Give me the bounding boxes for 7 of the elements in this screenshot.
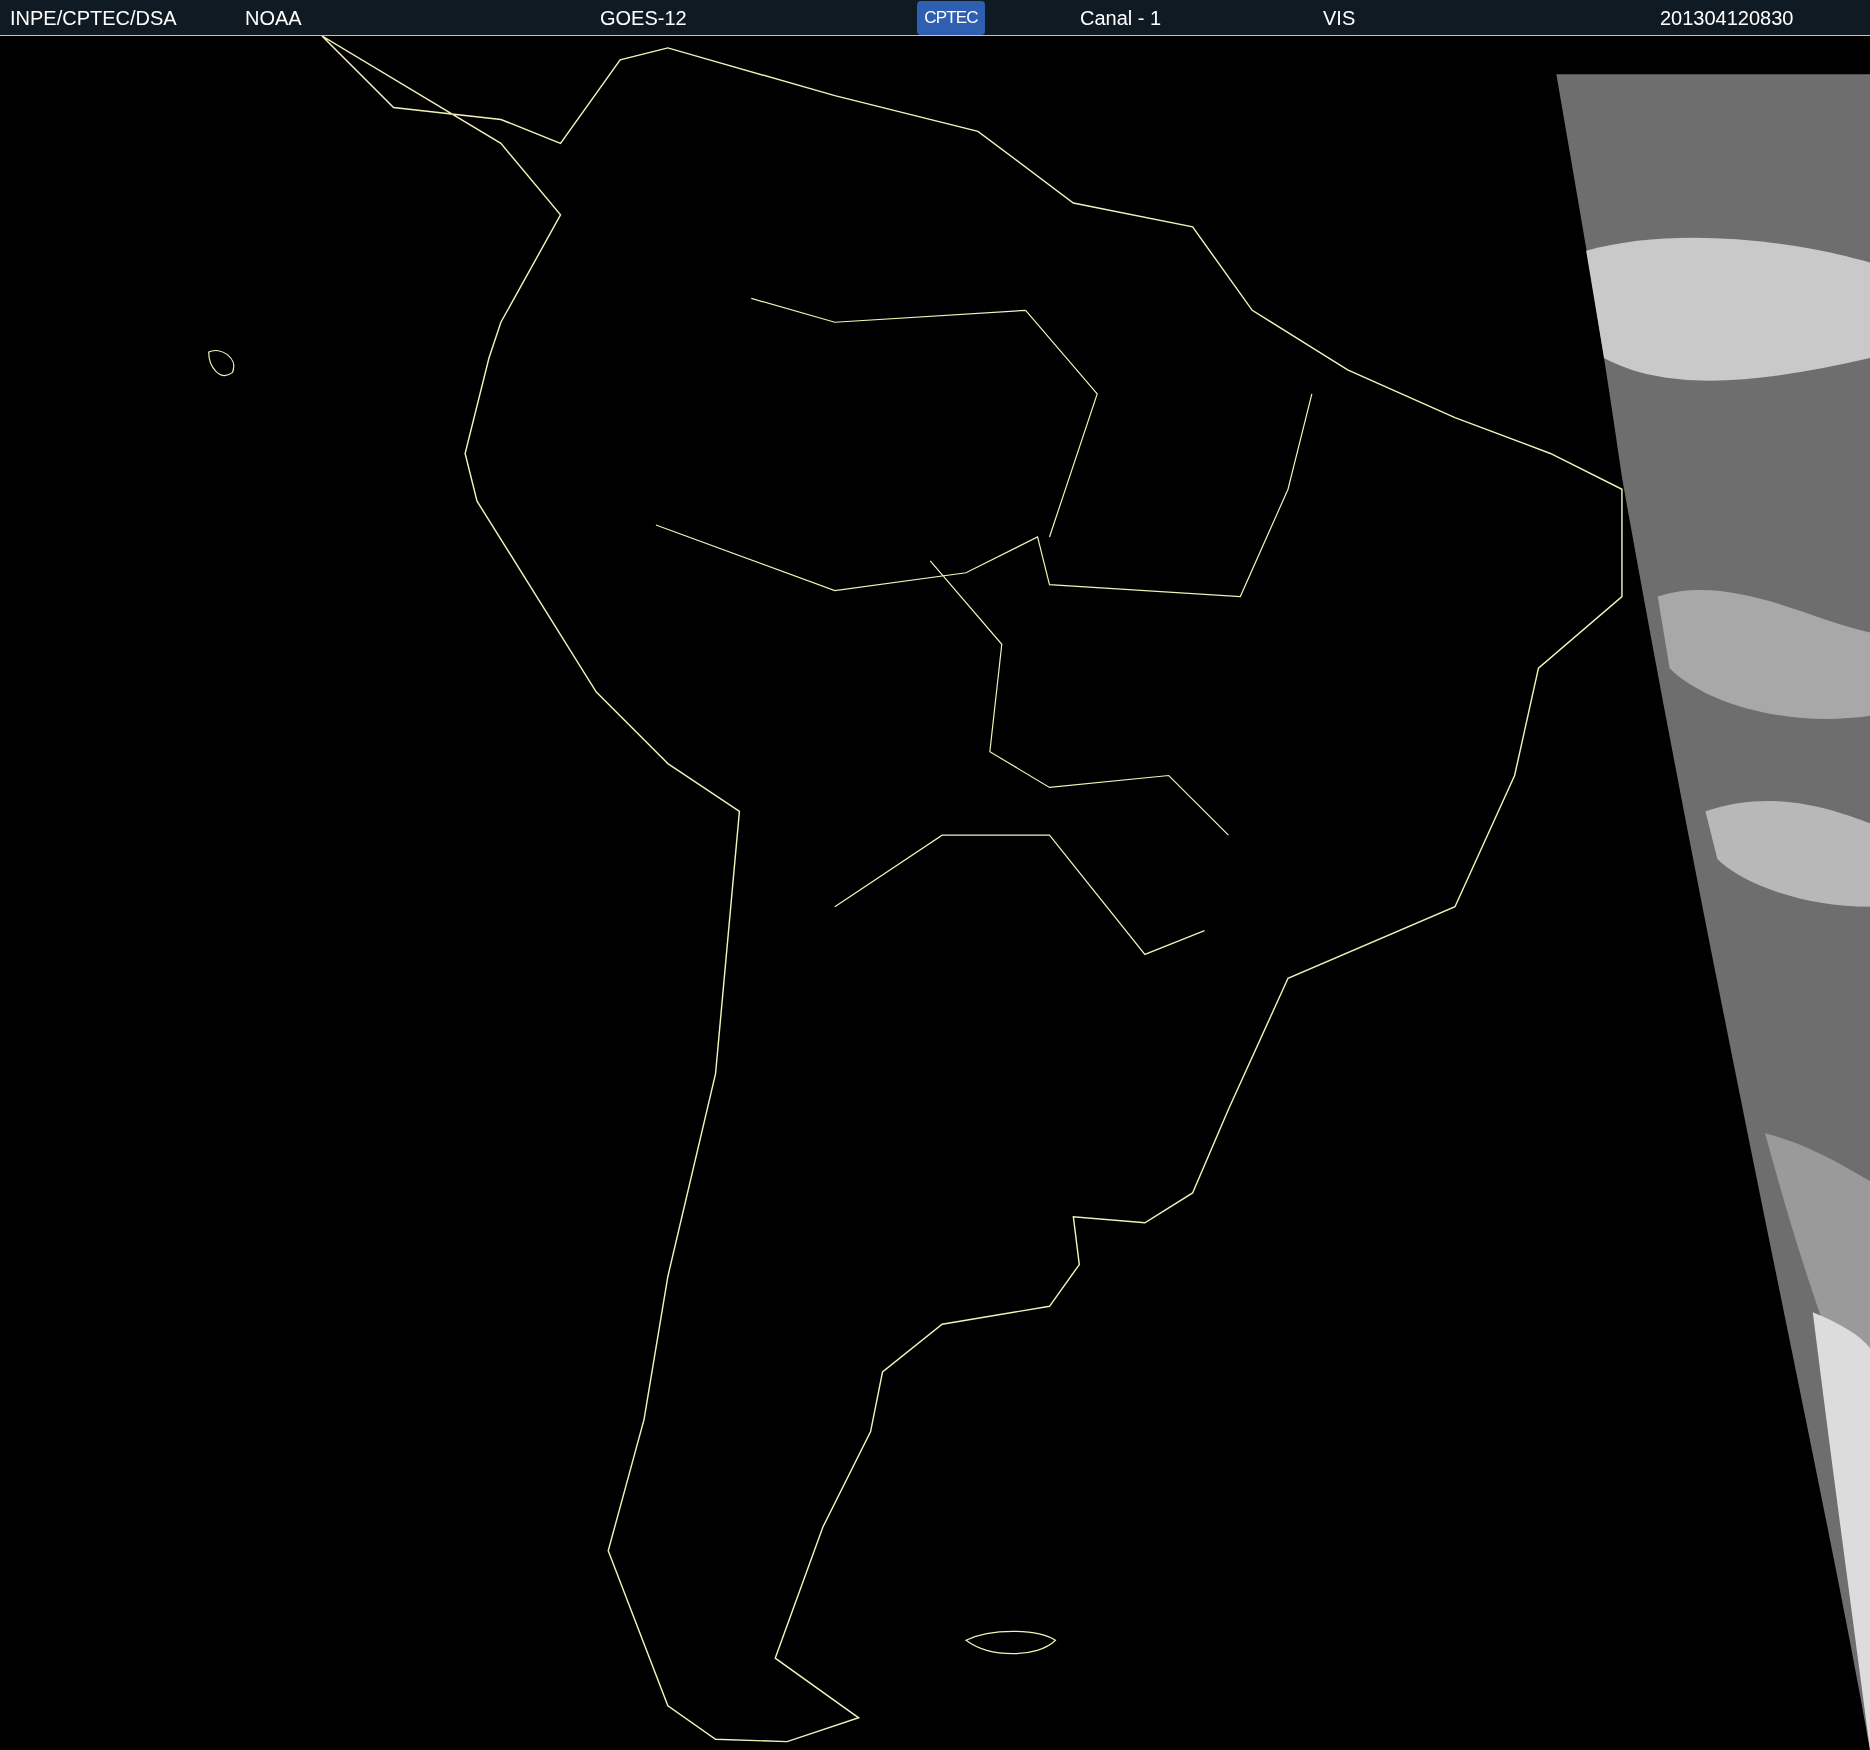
header-label: INPE/CPTEC/DSA (10, 7, 177, 28)
logo: CPTEC (917, 0, 985, 35)
header-label: Canal - 1 (1080, 7, 1162, 28)
header-label: 201304120830 (1660, 7, 1794, 28)
header-label: GOES-12 (600, 7, 687, 28)
header-label: VIS (1323, 7, 1356, 28)
header-label: NOAA (245, 7, 302, 28)
